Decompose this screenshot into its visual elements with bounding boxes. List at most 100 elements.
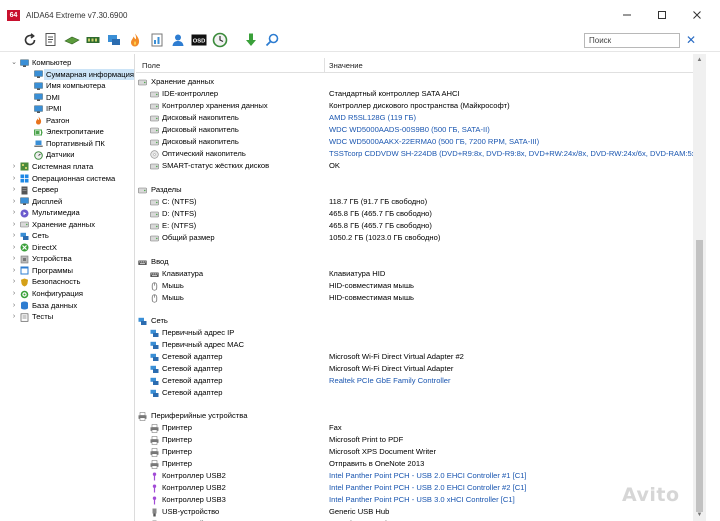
tree-item[interactable]: › Сеть	[12, 230, 134, 242]
expand-chevron-icon[interactable]: ›	[12, 253, 18, 265]
tree-item[interactable]: ⌄ Компьютер	[12, 57, 134, 69]
expand-chevron-icon[interactable]: ›	[12, 230, 18, 242]
tree-item[interactable]: › Устройства	[12, 253, 134, 265]
table-row[interactable]: Первичный адрес IP	[136, 327, 693, 339]
expand-chevron-icon[interactable]: ›	[12, 196, 18, 208]
table-row[interactable]: SMART-статус жёстких дисков OK	[136, 160, 693, 172]
group-header-row[interactable]: Ввод	[136, 256, 693, 268]
group-header-row[interactable]: Периферийные устройства	[136, 410, 693, 422]
expand-chevron-icon[interactable]: ›	[12, 184, 18, 196]
expand-chevron-icon[interactable]: ›	[12, 276, 18, 288]
tree-item[interactable]: › Безопасность	[12, 276, 134, 288]
tree-item[interactable]: Датчики	[12, 149, 134, 161]
search-icon[interactable]	[264, 32, 280, 48]
tree-item[interactable]: Имя компьютера	[12, 80, 134, 92]
value-link[interactable]: WDC WD5000AAKX-22ERMA0 (500 ГБ, 7200 RPM…	[329, 136, 539, 148]
flame-icon[interactable]	[127, 32, 143, 48]
tree-item[interactable]: › Системная плата	[12, 161, 134, 173]
table-row[interactable]: Контроллер USB2 Intel Panther Point PCH -…	[136, 482, 693, 494]
value-link[interactable]: Intel Panther Point PCH - USB 2.0 EHCI C…	[329, 482, 527, 494]
benchmark-icon[interactable]	[149, 32, 165, 48]
group-header-row[interactable]: Сеть	[136, 315, 693, 327]
tree-item[interactable]: › Мультимедиа	[12, 207, 134, 219]
maximize-button[interactable]	[651, 8, 673, 22]
tree-item[interactable]: Разгон	[12, 115, 134, 127]
report-icon[interactable]	[43, 32, 59, 48]
download-icon[interactable]	[243, 32, 259, 48]
table-row[interactable]: Принтер Microsoft XPS Document Writer	[136, 446, 693, 458]
table-row[interactable]: Контроллер USB2 Intel Panther Point PCH -…	[136, 470, 693, 482]
tree-item[interactable]: DMI	[12, 92, 134, 104]
tree-item[interactable]: Суммарная информация	[12, 68, 134, 81]
table-row[interactable]: IDE-контроллер Стандартный контроллер SAT…	[136, 88, 693, 100]
table-row[interactable]: Первичный адрес MAC	[136, 339, 693, 351]
value-link[interactable]: WDC WD5000AADS-00S9B0 (500 ГБ, SATA-II)	[329, 124, 490, 136]
memory-icon[interactable]	[64, 32, 80, 48]
motherboard-icon[interactable]	[85, 32, 101, 48]
search-input[interactable]	[584, 33, 680, 48]
expand-chevron-icon[interactable]: ›	[12, 219, 18, 231]
close-search-icon[interactable]: ✕	[684, 32, 698, 48]
table-row[interactable]: E: (NTFS) 465.8 ГБ (465.7 ГБ свободно)	[136, 220, 693, 232]
table-row[interactable]: Общий размер 1050.2 ГБ (1023.0 ГБ свободн…	[136, 232, 693, 244]
expand-chevron-icon[interactable]: ›	[12, 265, 18, 277]
table-row[interactable]: Клавиатура Клавиатура HID	[136, 268, 693, 280]
close-window-button[interactable]	[686, 8, 708, 22]
tree-item[interactable]: › Хранение данных	[12, 219, 134, 231]
table-row[interactable]: Контроллер хранения данных Контроллер дис…	[136, 100, 693, 112]
expand-chevron-icon[interactable]: ›	[12, 161, 18, 173]
user-icon[interactable]	[170, 32, 186, 48]
tree-item[interactable]: › Сервер	[12, 184, 134, 196]
table-row[interactable]: Мышь HID-совместимая мышь	[136, 292, 693, 304]
scroll-up-icon[interactable]: ▲	[693, 54, 706, 66]
value-link[interactable]: Intel Panther Point PCH - USB 2.0 EHCI C…	[329, 470, 527, 482]
value-link[interactable]: AMD R5SL128G (119 ГБ)	[329, 112, 416, 124]
table-row[interactable]: Контроллер USB3 Intel Panther Point PCH -…	[136, 494, 693, 506]
tree-item[interactable]: › Тесты	[12, 311, 134, 323]
tree-item[interactable]: › Дисплей	[12, 196, 134, 208]
refresh-icon[interactable]	[22, 32, 38, 48]
tree-item[interactable]: IPMI	[12, 103, 134, 115]
table-row[interactable]: Мышь HID-совместимая мышь	[136, 280, 693, 292]
vertical-scrollbar[interactable]: ▲ ▼	[693, 54, 706, 521]
expand-chevron-icon[interactable]: ›	[12, 242, 18, 254]
expand-chevron-icon[interactable]: ›	[12, 311, 18, 323]
clock-icon[interactable]	[212, 32, 228, 48]
column-divider[interactable]	[324, 58, 325, 72]
table-row[interactable]: C: (NTFS) 118.7 ГБ (91.7 ГБ свободно)	[136, 196, 693, 208]
value-link[interactable]: Intel Panther Point PCH - USB 3.0 xHCI C…	[329, 494, 515, 506]
table-row[interactable]: Принтер Fax	[136, 422, 693, 434]
expand-chevron-icon[interactable]: ›	[12, 288, 18, 300]
tree-item[interactable]: › DirectX	[12, 242, 134, 254]
column-value-header[interactable]: Значение	[329, 61, 363, 70]
table-row[interactable]: Оптический накопитель TSSTcorp CDDVDW SH-…	[136, 148, 693, 160]
expand-chevron-icon[interactable]: ›	[12, 207, 18, 219]
tree-item[interactable]: Портативный ПК	[12, 138, 134, 150]
table-row[interactable]: D: (NTFS) 465.8 ГБ (465.7 ГБ свободно)	[136, 208, 693, 220]
column-field-header[interactable]: Поле	[142, 61, 160, 70]
value-link[interactable]: Realtek PCIe GbE Family Controller	[329, 375, 451, 387]
minimize-button[interactable]	[616, 8, 638, 22]
network-icon[interactable]	[106, 32, 122, 48]
tree-item[interactable]: › База данных	[12, 300, 134, 312]
collapse-chevron-icon[interactable]: ⌄	[12, 57, 18, 69]
tree-item[interactable]: › Программы	[12, 265, 134, 277]
tree-item[interactable]: › Операционная система	[12, 173, 134, 185]
scroll-down-icon[interactable]: ▼	[693, 509, 706, 521]
table-row[interactable]: Сетевой адаптер Microsoft Wi-Fi Direct Vi…	[136, 351, 693, 363]
table-row[interactable]: Сетевой адаптер Microsoft Wi-Fi Direct Vi…	[136, 363, 693, 375]
table-row[interactable]: Сетевой адаптер Realtek PCIe GbE Family C…	[136, 375, 693, 387]
table-row[interactable]: Дисковый накопитель WDC WD5000AADS-00S9B0…	[136, 124, 693, 136]
expand-chevron-icon[interactable]: ›	[12, 300, 18, 312]
scroll-thumb[interactable]	[696, 240, 703, 512]
value-link[interactable]: TSSTcorp CDDVDW SH-224DB (DVD+R9:8x, DVD…	[329, 148, 693, 160]
expand-chevron-icon[interactable]: ›	[12, 173, 18, 185]
table-row[interactable]: Дисковый накопитель WDC WD5000AAKX-22ERMA…	[136, 136, 693, 148]
table-row[interactable]: Сетевой адаптер	[136, 387, 693, 399]
table-row[interactable]: USB-устройство Generic USB Hub	[136, 506, 693, 518]
tree-item[interactable]: Электропитание	[12, 126, 134, 138]
group-header-row[interactable]: Разделы	[136, 184, 693, 196]
table-row[interactable]: Принтер Microsoft Print to PDF	[136, 434, 693, 446]
table-row[interactable]: Дисковый накопитель AMD R5SL128G (119 ГБ)	[136, 112, 693, 124]
group-header-row[interactable]: Хранение данных	[136, 76, 693, 88]
